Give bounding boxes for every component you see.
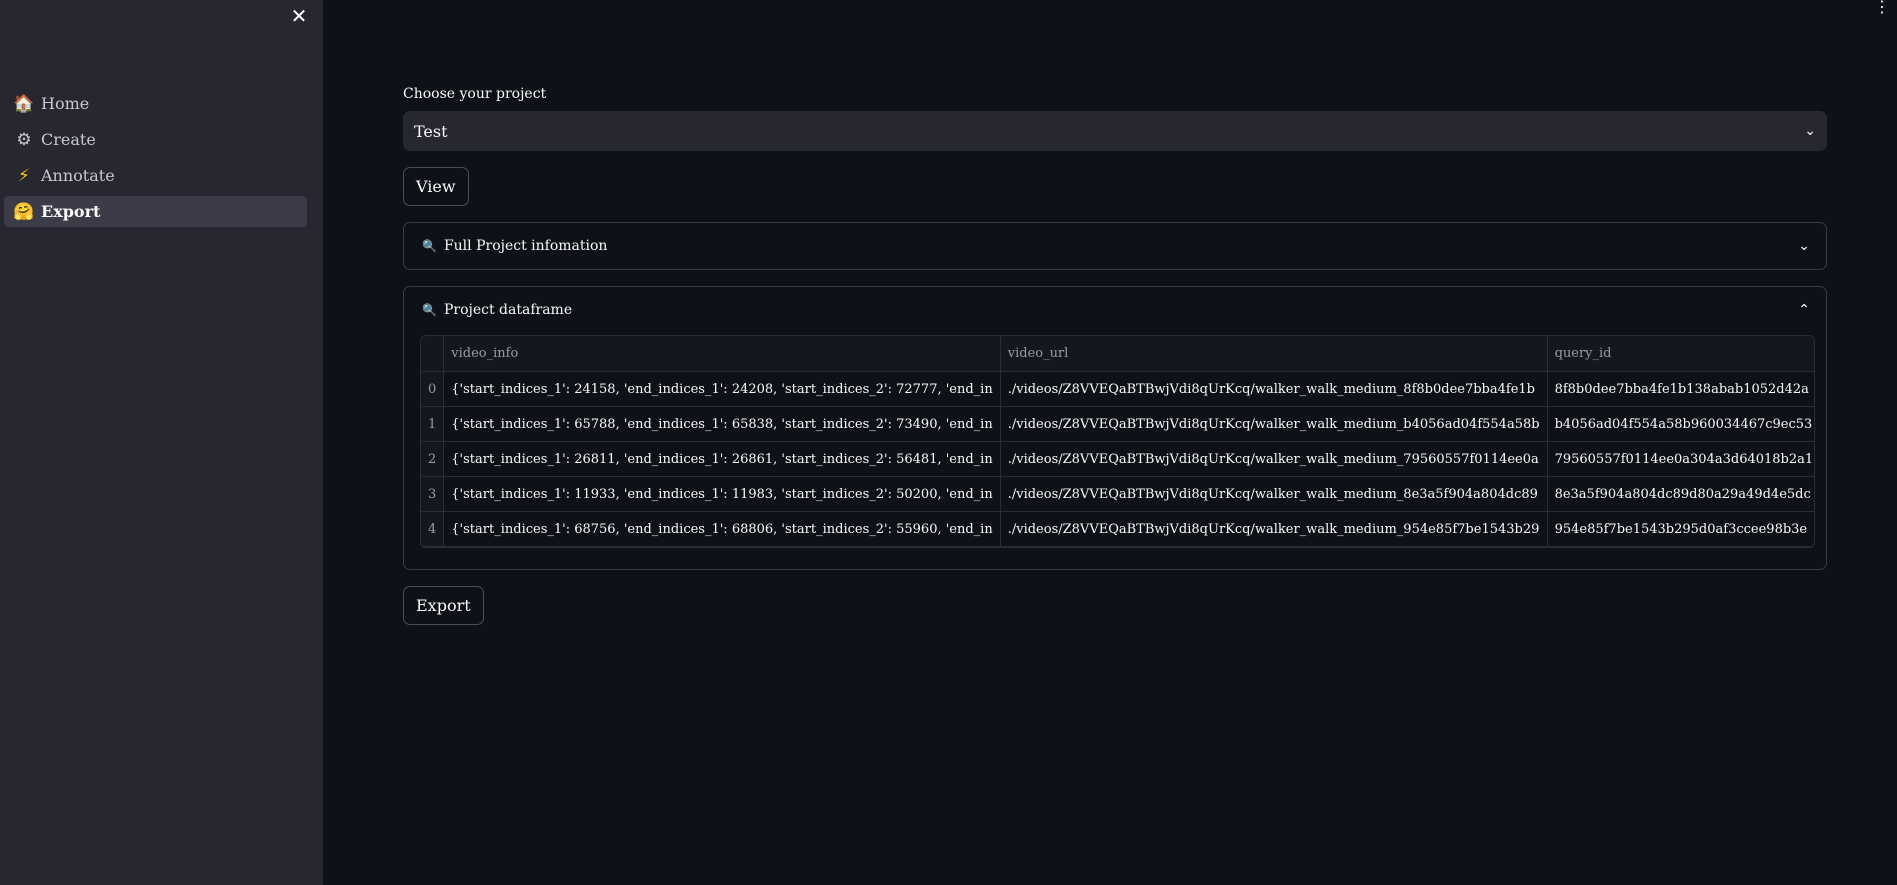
project-select[interactable]: Test ⌄: [403, 111, 1827, 151]
project-dataframe-expander: 🔍 Project dataframe ⌃ video_info video_ur…: [403, 286, 1827, 570]
hugging-face-icon: 🤗: [13, 201, 35, 222]
main-menu-icon[interactable]: ⋮: [1872, 0, 1892, 20]
sidebar-item-home[interactable]: 🏠 Home: [4, 88, 307, 119]
table-cell[interactable]: {'start_indices_1': 11933, 'end_indices_…: [443, 476, 1001, 512]
sidebar-item-annotate[interactable]: ⚡ Annotate: [4, 160, 307, 191]
row-index: 3: [421, 476, 445, 512]
home-icon: 🏠: [13, 93, 35, 114]
table-cell[interactable]: ./videos/Z8VVEQaBTBwjVdi8qUrKcq/walker_w…: [1000, 371, 1548, 407]
search-icon: 🔍: [422, 239, 437, 253]
table-cell[interactable]: {'start_indices_1': 26811, 'end_indices_…: [443, 441, 1001, 477]
sidebar-item-create[interactable]: ⚙ Create: [4, 124, 307, 155]
dataframe-table[interactable]: video_infovideo_urlquery_idannotatedla 0…: [420, 335, 1815, 548]
expander-header[interactable]: 🔍 Project dataframe ⌃: [404, 287, 1826, 333]
gear-icon: ⚙: [16, 129, 32, 150]
table-cell[interactable]: ./videos/Z8VVEQaBTBwjVdi8qUrKcq/walker_w…: [1000, 406, 1548, 442]
row-index: 0: [421, 371, 445, 407]
sidebar-item-label: Home: [41, 94, 90, 113]
table-cell[interactable]: 954e85f7be1543b295d0af3ccee98b3e: [1547, 511, 1814, 547]
sidebar-item-label: Export: [41, 202, 101, 221]
table-row[interactable]: 4 {'start_indices_1': 68756, 'end_indices…: [421, 511, 1814, 547]
sidebar-item-export[interactable]: 🤗 Export: [4, 196, 307, 227]
lightning-icon: ⚡: [18, 165, 30, 186]
index-header[interactable]: [421, 336, 445, 372]
table-cell[interactable]: 79560557f0114ee0a304a3d64018b2a1: [1547, 441, 1814, 477]
chevron-down-icon: ⌄: [1798, 238, 1810, 254]
export-button[interactable]: Export: [403, 586, 484, 625]
column-header-video-url[interactable]: video_url: [1000, 336, 1548, 372]
table-cell[interactable]: b4056ad04f554a58b960034467c9ec53: [1547, 406, 1814, 442]
project-select-value: Test: [414, 121, 448, 141]
full-project-info-expander[interactable]: 🔍 Full Project infomation ⌄: [403, 222, 1827, 270]
chevron-up-icon: ⌃: [1798, 302, 1810, 318]
sidebar: ✕ 🏠 Home ⚙ Create ⚡ Annotate 🤗 Export: [0, 0, 323, 885]
row-index: 1: [421, 406, 445, 442]
table-cell[interactable]: {'start_indices_1': 65788, 'end_indices_…: [443, 406, 1001, 442]
table-row[interactable]: 2 {'start_indices_1': 26811, 'end_indices…: [421, 441, 1814, 477]
table-cell[interactable]: 8f8b0dee7bba4fe1b138abab1052d42a: [1547, 371, 1814, 407]
row-index: 2: [421, 441, 445, 477]
view-button[interactable]: View: [403, 167, 469, 206]
table-row[interactable]: 1 {'start_indices_1': 65788, 'end_indices…: [421, 406, 1814, 442]
table-cell[interactable]: 8e3a5f904a804dc89d80a29a49d4e5dc: [1547, 476, 1814, 512]
table-cell[interactable]: ./videos/Z8VVEQaBTBwjVdi8qUrKcq/walker_w…: [1000, 476, 1548, 512]
row-index: 4: [421, 511, 445, 547]
column-header-query-id[interactable]: query_id: [1547, 336, 1814, 372]
sidebar-item-label: Annotate: [41, 166, 115, 185]
table-cell[interactable]: {'start_indices_1': 68756, 'end_indices_…: [443, 511, 1001, 547]
table-cell[interactable]: {'start_indices_1': 24158, 'end_indices_…: [443, 371, 1001, 407]
expander-header[interactable]: 🔍 Full Project infomation ⌄: [404, 223, 1826, 269]
search-icon: 🔍: [422, 303, 437, 317]
expander-title: Project dataframe: [443, 302, 573, 318]
table-cell[interactable]: ./videos/Z8VVEQaBTBwjVdi8qUrKcq/walker_w…: [1000, 441, 1548, 477]
table-row[interactable]: 0 {'start_indices_1': 24158, 'end_indices…: [421, 371, 1814, 407]
project-select-label: Choose your project: [403, 86, 547, 102]
sidebar-nav: 🏠 Home ⚙ Create ⚡ Annotate 🤗 Export: [4, 88, 307, 232]
table-row[interactable]: 3 {'start_indices_1': 11933, 'end_indices…: [421, 476, 1814, 512]
chevron-down-icon: ⌄: [1804, 123, 1816, 139]
table-cell[interactable]: ./videos/Z8VVEQaBTBwjVdi8qUrKcq/walker_w…: [1000, 511, 1548, 547]
sidebar-item-label: Create: [41, 130, 96, 149]
column-header-video-info[interactable]: video_info: [443, 336, 1001, 372]
close-icon[interactable]: ✕: [287, 4, 311, 28]
expander-title: Full Project infomation: [443, 238, 608, 254]
